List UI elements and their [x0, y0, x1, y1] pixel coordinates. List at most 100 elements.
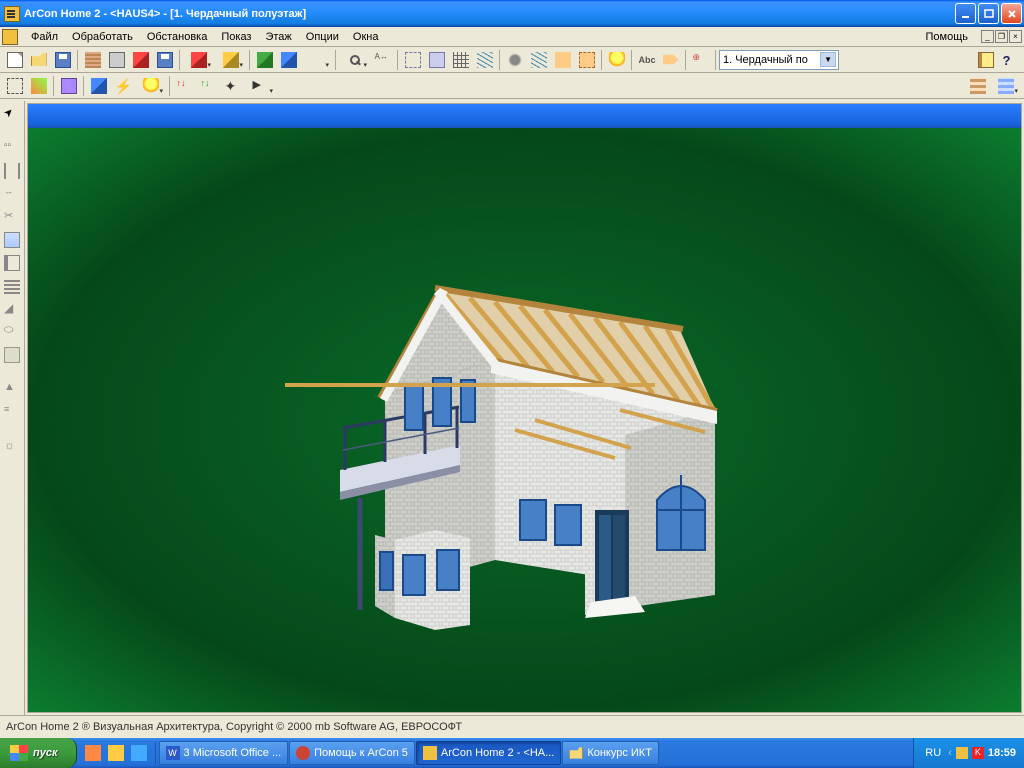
door-tool[interactable]: [1, 252, 23, 274]
system-tray: RU ‹ K 18:59: [913, 738, 1024, 768]
menu-view[interactable]: Показ: [214, 29, 258, 45]
toolbar-main: A↔ ⊕ 1. Чердачный по: [0, 47, 1024, 73]
mark2-button[interactable]: [575, 49, 598, 71]
mirror-tool[interactable]: ▲: [1, 378, 23, 400]
menu-help[interactable]: Помощь: [919, 29, 976, 45]
language-indicator[interactable]: RU: [922, 746, 944, 760]
window-tool[interactable]: [1, 229, 23, 251]
house-model: [285, 210, 765, 630]
play-button[interactable]: ▶: [245, 75, 276, 97]
text-abc-button[interactable]: [635, 49, 658, 71]
viewport-3d[interactable]: [28, 126, 1021, 712]
dims-tool[interactable]: ↔: [1, 183, 23, 205]
start-label: пуск: [33, 747, 58, 759]
statusbar-text: ArCon Home 2 ® Визуальная Архитектура, C…: [6, 721, 462, 733]
task-word[interactable]: W 3 Microsoft Office ...: [159, 741, 289, 765]
select-rect-button[interactable]: [3, 75, 26, 97]
floor-outline-button[interactable]: [401, 49, 424, 71]
menu-options[interactable]: Опции: [299, 29, 346, 45]
tray-icon-1[interactable]: ‹: [948, 747, 952, 759]
floor-selector[interactable]: 1. Чердачный по: [719, 50, 839, 70]
close-button[interactable]: [1001, 3, 1022, 24]
align-tool[interactable]: ≡: [1, 401, 23, 423]
menu-floor[interactable]: Этаж: [258, 29, 298, 45]
lightning-button[interactable]: [111, 75, 134, 97]
link-button[interactable]: [81, 49, 104, 71]
child-minimize-button[interactable]: _: [981, 30, 994, 43]
group-button[interactable]: [57, 75, 80, 97]
save-button[interactable]: [51, 49, 74, 71]
ql-item-1[interactable]: [83, 742, 103, 764]
menu-edit[interactable]: Обработать: [65, 29, 140, 45]
light-on-button[interactable]: [605, 49, 628, 71]
child-close-button[interactable]: ×: [1009, 30, 1022, 43]
menubar: Файл Обработать Обстановка Показ Этаж Оп…: [0, 27, 1024, 47]
tray-icon-2[interactable]: [956, 747, 968, 759]
floor-tool[interactable]: [1, 344, 23, 366]
stairs-tool[interactable]: [1, 275, 23, 297]
roof-tool[interactable]: ◢: [1, 298, 23, 320]
task-arcon[interactable]: ArCon Home 2 - <HA...: [416, 741, 561, 765]
start-button[interactable]: пуск: [0, 738, 77, 768]
wall-tool[interactable]: [1, 160, 23, 182]
tag-button[interactable]: [659, 49, 682, 71]
menu-window[interactable]: Окна: [346, 29, 386, 45]
maximize-button[interactable]: [978, 3, 999, 24]
mark-button[interactable]: [551, 49, 574, 71]
precision-button[interactable]: ⊕: [689, 49, 712, 71]
render-green-button[interactable]: [253, 49, 276, 71]
hatch2-button[interactable]: [527, 49, 550, 71]
render-mode-button[interactable]: [301, 49, 332, 71]
task-help-label: Помощь к ArCon 5: [314, 747, 408, 759]
app-icon: [4, 6, 20, 22]
block-yellow-button[interactable]: [215, 49, 246, 71]
layer-drop-button[interactable]: [990, 75, 1021, 97]
new-button[interactable]: [3, 49, 26, 71]
document-titlebar: [28, 104, 1021, 126]
windows-logo-icon: [10, 745, 28, 761]
save-image-button[interactable]: [153, 49, 176, 71]
child-restore-button[interactable]: ❐: [995, 30, 1008, 43]
ql-item-2[interactable]: [106, 742, 126, 764]
book-button[interactable]: [974, 49, 997, 71]
taskbar: пуск W 3 Microsoft Office ... Помощь к A…: [0, 738, 1024, 768]
open-button[interactable]: [27, 49, 50, 71]
floor-selector-label: 1. Чердачный по: [723, 54, 808, 66]
ql-item-3[interactable]: [129, 742, 149, 764]
zoom-text-button[interactable]: A↔: [371, 49, 394, 71]
hatch-button[interactable]: [473, 49, 496, 71]
arrows-green-button[interactable]: ↑↓: [197, 75, 220, 97]
column-tool[interactable]: ⬭: [1, 321, 23, 343]
arrows-red-button[interactable]: [173, 75, 196, 97]
print-button[interactable]: [105, 49, 128, 71]
catalog-button[interactable]: [129, 49, 152, 71]
minimize-button[interactable]: [955, 3, 976, 24]
light-off-button[interactable]: [503, 49, 526, 71]
grid-button[interactable]: [449, 49, 472, 71]
quick-launch: [77, 742, 156, 764]
select-shapes-button[interactable]: [27, 75, 50, 97]
cube-view-button[interactable]: [87, 75, 110, 97]
task-word-label: 3 Microsoft Office ...: [184, 747, 282, 759]
direction-button[interactable]: [221, 75, 244, 97]
task-help[interactable]: Помощь к ArCon 5: [289, 741, 415, 765]
blocks-tool[interactable]: ▫▫: [1, 137, 23, 159]
layer-button[interactable]: [966, 75, 989, 97]
sun-tool[interactable]: ☼: [1, 435, 23, 457]
block-red-button[interactable]: [183, 49, 214, 71]
render-walk-button[interactable]: [277, 49, 300, 71]
menu-file[interactable]: Файл: [24, 29, 65, 45]
zoom-button[interactable]: [339, 49, 370, 71]
clock[interactable]: 18:59: [988, 747, 1016, 759]
cut-tool[interactable]: ✂: [1, 206, 23, 228]
pointer-tool[interactable]: [1, 103, 23, 125]
floor-fill-button[interactable]: [425, 49, 448, 71]
statusbar: ArCon Home 2 ® Визуальная Архитектура, C…: [0, 715, 1024, 738]
tray-icon-3[interactable]: K: [972, 747, 984, 759]
sun-button[interactable]: [135, 75, 166, 97]
context-help-button[interactable]: [998, 49, 1021, 71]
app-icon-small: [2, 29, 18, 45]
task-folder[interactable]: Конкурс ИКТ: [562, 741, 659, 765]
menu-furnish[interactable]: Обстановка: [140, 29, 214, 45]
task-buttons: W 3 Microsoft Office ... Помощь к ArCon …: [156, 741, 914, 765]
